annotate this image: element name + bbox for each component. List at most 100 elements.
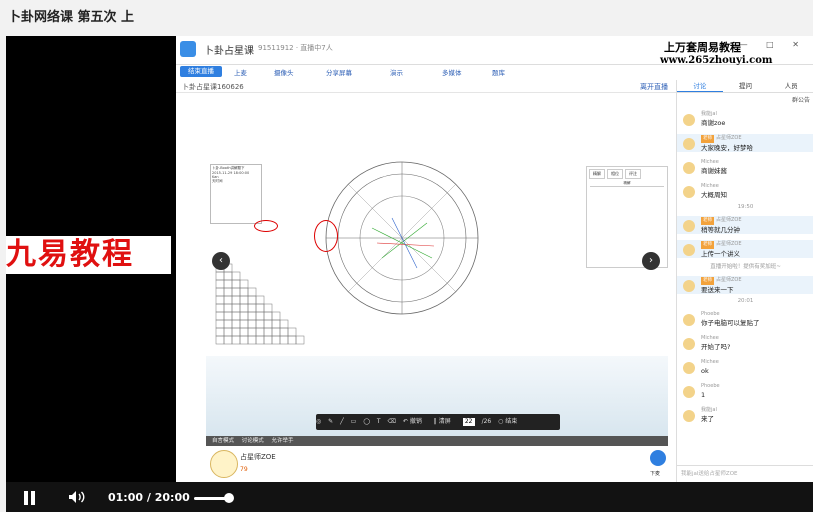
toolbar-camera-button[interactable]: 摄像头 — [274, 67, 294, 77]
pause-icon[interactable] — [24, 491, 36, 505]
teacher-avatar — [210, 450, 238, 478]
teacher-badge: 老师 — [701, 217, 714, 225]
chat-user-name: Michee — [701, 183, 719, 189]
info-line: 天时间 — [212, 179, 223, 183]
page-number-input[interactable]: 22 — [462, 417, 475, 426]
toolbar-quiz-button[interactable]: 题库 — [492, 67, 505, 77]
user-avatar — [683, 338, 695, 350]
tab-discuss[interactable]: 讨论 — [677, 80, 723, 92]
chat-input[interactable]: 我能jal送给占星师ZOE — [677, 465, 813, 482]
duration: 20:00 — [154, 491, 190, 504]
chat-user-name: Michee — [701, 359, 719, 365]
volume-icon[interactable] — [68, 490, 86, 504]
planet-table-tab[interactable]: 评注 — [625, 169, 641, 179]
chat-text: 要送来一下 — [701, 286, 734, 294]
end-live-button[interactable]: 结束直播 — [180, 66, 222, 77]
course-bar: 卜卦占星课160626 离开直播 — [176, 80, 676, 93]
planet-table-tab[interactable]: 精解 — [589, 169, 605, 179]
planet-table-tabs: 精解 相位 评注 — [587, 167, 667, 181]
teacher-name: 占星师ZOE — [240, 453, 276, 461]
chat-message: Phoebe 1 — [677, 382, 813, 400]
chat-user-name: Michee — [701, 159, 719, 165]
ellipse-tool-icon[interactable]: ◯ — [363, 418, 370, 425]
chat-text: 大家晚安，好梦哈 — [701, 144, 753, 152]
chat-text: 商谢妹酱 — [701, 167, 727, 175]
chat-user-name: 我能jal — [701, 111, 717, 117]
chat-text: ok — [701, 367, 709, 375]
toolbar-present-button[interactable]: 演示 — [390, 67, 403, 77]
page-total: /26 — [481, 418, 492, 425]
chat-message: 我能jal 商谢zoe — [677, 110, 813, 128]
leave-live-link[interactable]: 离开直播 — [640, 82, 668, 92]
tab-members[interactable]: 人员 — [768, 80, 813, 92]
chat-text: 大概周知 — [701, 191, 727, 199]
undo-label: 撤销 — [409, 418, 422, 425]
watermark-text: 上万套周易教程 — [664, 41, 741, 54]
toolbar-media-button[interactable]: 多媒体 — [442, 67, 462, 77]
line-tool-icon[interactable]: ╱ — [340, 418, 344, 425]
mode-raise-hand[interactable]: 允许举手 — [272, 438, 294, 444]
next-slide-button[interactable]: › — [642, 252, 660, 270]
chat-user-name: 老师 占星师ZOE — [701, 241, 742, 249]
mode-free[interactable]: 自言模式 — [212, 438, 234, 444]
announcement-link[interactable]: 群公告 — [792, 95, 810, 104]
end-drawing-button[interactable]: ○ 结束 — [498, 418, 522, 425]
chat-text: 来了 — [701, 415, 714, 423]
chat-message: 老师 占星师ZOE 上传一个讲义 — [677, 240, 813, 258]
progress-knob[interactable] — [224, 493, 234, 503]
chat-user-name: 老师 占星师ZOE — [701, 217, 742, 225]
teacher-badge: 老师 — [701, 241, 714, 249]
chat-user-name: Phoebe — [701, 383, 720, 389]
horoscope-wheel — [325, 161, 479, 315]
red-annotation — [314, 220, 338, 252]
chat-messages: 我能jal 商谢zoe 老师 占星师ZOE 大家晚安，好梦哈 Michee 商谢妹酱 Mich… — [677, 104, 813, 424]
text-tool-icon[interactable]: T — [377, 418, 381, 425]
pencil-tool-icon[interactable]: ✎ — [328, 418, 333, 425]
prev-slide-button[interactable]: ‹ — [212, 252, 230, 270]
chat-user-name: 老师 占星师ZOE — [701, 135, 742, 143]
chat-text: 上传一个讲义 — [701, 250, 740, 258]
chart-info-box: 卜卦-Booth讲解题下 2015-11-29 18:00:00 Kan 天时间 — [210, 164, 262, 224]
planet-table-tab[interactable]: 相位 — [607, 169, 623, 179]
user-avatar — [683, 410, 695, 422]
course-name: 卜卦占星课160626 — [182, 83, 244, 91]
chat-time: 20:01 — [737, 298, 754, 304]
toolbar-mic-button[interactable]: 上麦 — [234, 67, 247, 77]
user-avatar — [683, 162, 695, 174]
user-avatar — [683, 314, 695, 326]
chat-message: Michee 开始了吗? — [677, 334, 813, 352]
eraser-tool-icon[interactable]: ⌫ — [388, 418, 396, 425]
app-logo-icon — [180, 41, 196, 57]
undo-button[interactable]: ↶ 撤销 — [403, 418, 427, 425]
user-avatar — [683, 220, 695, 232]
mode-bar: 自言模式 讨论模式 允许举手 — [206, 436, 668, 446]
chat-message: 老师 占星师ZOE 稍等就几分钟 — [677, 216, 813, 234]
rect-tool-icon[interactable]: ▭ — [351, 418, 357, 425]
red-annotation — [254, 220, 278, 232]
chat-text: 1 — [701, 391, 706, 399]
video-frame[interactable]: 卜卦占星课 91511912 · 直播中7人 上万套周易教程 www.265zh… — [176, 36, 813, 482]
mode-discuss[interactable]: 讨论模式 — [242, 438, 264, 444]
pen-tool-icon[interactable]: ◎ — [316, 418, 321, 425]
clear-label: 清屏 — [438, 418, 451, 425]
page-title: 卜卦网络课 第五次 上 — [8, 10, 135, 25]
chat-text: 开始了吗? — [701, 343, 731, 351]
player-controls: 01:00 / 20:00 — [6, 482, 813, 512]
teacher-badge: 老师 — [701, 277, 714, 285]
tab-questions[interactable]: 提问 — [723, 80, 769, 92]
hand-icon[interactable] — [650, 450, 666, 466]
watermark-banner: 九易教程 — [6, 236, 171, 274]
chat-user-name: Phoebe — [701, 311, 720, 317]
toolbar-share-screen-button[interactable]: 分享屏幕 — [326, 67, 352, 77]
video-player[interactable]: 卜卦占星课 91511912 · 直播中7人 上万套周易教程 www.265zh… — [6, 36, 813, 512]
current-time: 01:00 — [108, 491, 144, 504]
window-controls[interactable]: — □ ✕ — [740, 40, 807, 49]
clear-button[interactable]: ‖ 清屏 — [434, 418, 456, 425]
teacher-panel: 占星师ZOE 79 下麦 — [206, 446, 676, 482]
chat-message: 我能jal 来了 — [677, 406, 813, 424]
chat-time: 19:50 — [737, 204, 754, 210]
user-avatar — [683, 244, 695, 256]
live-toolbar: 结束直播 上麦 摄像头 分享屏幕 演示 多媒体 题库 — [176, 65, 676, 79]
chat-text: 你子电脑可以复贴了 — [701, 319, 760, 327]
user-avatar — [683, 280, 695, 292]
